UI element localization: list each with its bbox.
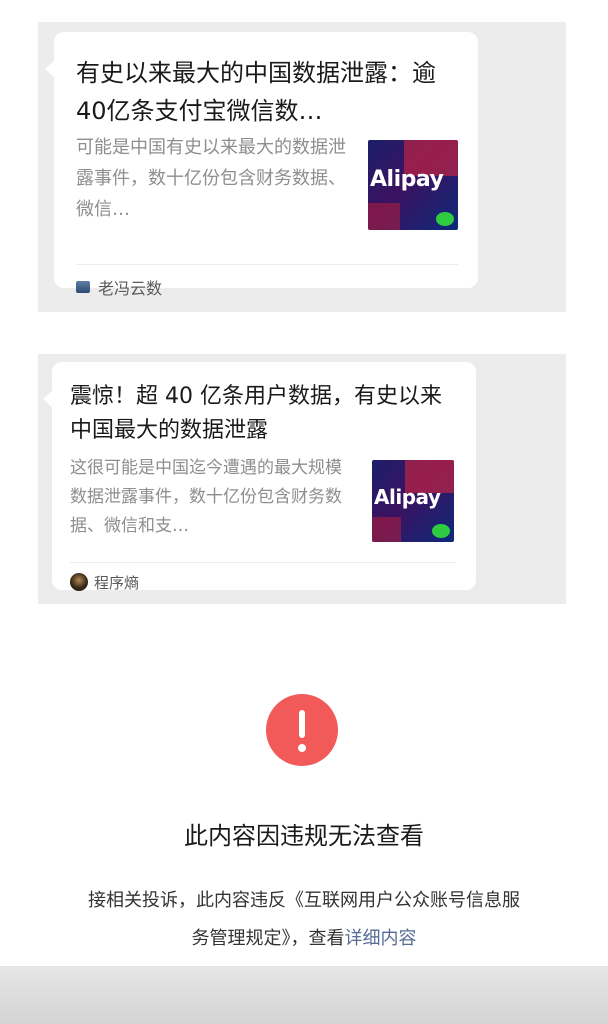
wechat-logo-icon	[436, 212, 454, 226]
article-title: 有史以来最大的中国数据泄露：逾40亿条支付宝微信数…	[76, 59, 436, 125]
article-thumbnail: Alipay	[372, 460, 454, 542]
article-source[interactable]: 老冯云数	[76, 272, 162, 302]
article-source[interactable]: 程序熵	[70, 568, 139, 596]
article-description: 可能是中国有史以来最大的数据泄露事件，数十亿份包含财务数据、微信…	[76, 137, 346, 220]
thumbnail-logo-text: Alipay	[374, 484, 441, 509]
bottom-bar	[0, 966, 608, 1024]
card-divider	[76, 264, 458, 265]
blocked-description-text: 接相关投诉，此内容违反《互联网用户公众账号信息服务管理规定》，查看	[88, 890, 520, 949]
source-avatar-icon	[76, 281, 90, 293]
thumbnail-logo-text: Alipay	[370, 167, 444, 192]
source-avatar-icon	[70, 573, 88, 591]
source-name: 程序熵	[94, 573, 140, 592]
chat-message-area-1: 有史以来最大的中国数据泄露：逾40亿条支付宝微信数… 可能是中国有史以来最大的数…	[38, 22, 566, 312]
article-card-2[interactable]: 震惊！超 40 亿条用户数据，有史以来中国最大的数据泄露 这很可能是中国迄今遭遇…	[43, 362, 476, 592]
blocked-title: 此内容因违规无法查看	[184, 822, 424, 850]
card-divider	[70, 562, 456, 563]
article-thumbnail: Alipay	[368, 140, 458, 230]
source-name: 老冯云数	[98, 279, 163, 298]
article-description: 这很可能是中国迄今遭遇的最大规模数据泄露事件，数十亿份包含财务数据、微信和支…	[70, 458, 342, 536]
wechat-logo-icon	[432, 524, 450, 538]
exclamation-icon	[266, 694, 338, 766]
details-link[interactable]: 详细内容	[345, 928, 417, 949]
article-card-1[interactable]: 有史以来最大的中国数据泄露：逾40亿条支付宝微信数… 可能是中国有史以来最大的数…	[45, 32, 478, 298]
chat-message-area-2: 震惊！超 40 亿条用户数据，有史以来中国最大的数据泄露 这很可能是中国迄今遭遇…	[38, 354, 566, 604]
article-title: 震惊！超 40 亿条用户数据，有史以来中国最大的数据泄露	[70, 384, 442, 443]
blocked-description: 接相关投诉，此内容违反《互联网用户公众账号信息服务管理规定》，查看详细内容	[80, 882, 528, 958]
